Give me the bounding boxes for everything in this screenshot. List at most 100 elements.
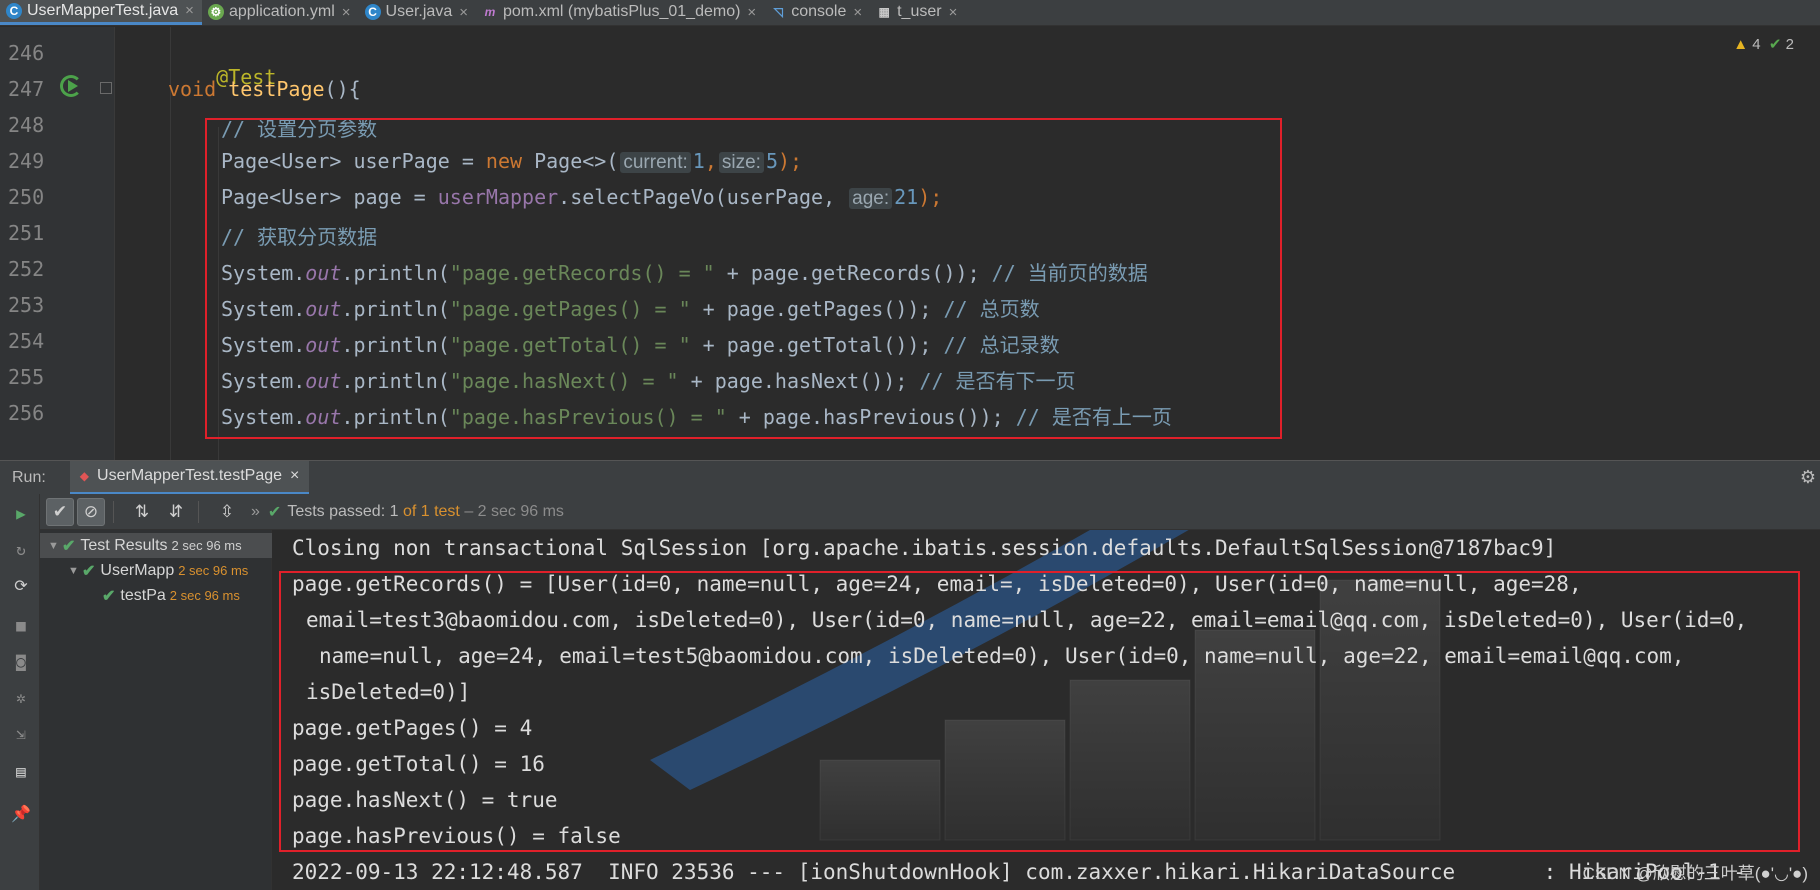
run-tab-label: UserMapperTest.testPage: [97, 467, 283, 484]
tab-label: User.java: [385, 3, 453, 20]
tab-t-user[interactable]: ▦ t_user ×: [870, 0, 965, 25]
import-icon[interactable]: ⇲: [10, 722, 32, 744]
sort-duration-button[interactable]: ⇵: [162, 498, 190, 526]
keyword: void: [168, 77, 217, 101]
maven-icon: m: [484, 5, 496, 19]
pin-icon[interactable]: 📌: [10, 802, 32, 824]
tab-label: pom.xml (mybatisPlus_01_demo): [503, 3, 741, 20]
line-number: 255: [8, 365, 45, 389]
warning-count: 4: [1752, 36, 1761, 53]
sort-alpha-icon: ⇅: [134, 501, 150, 521]
tests-passed-count: 1: [389, 502, 399, 520]
tree-item-label: UserMapp: [100, 561, 175, 579]
test-results-tree[interactable]: ▼ ✔ Test Results 2 sec 96 ms ▼ ✔ UserMap…: [40, 530, 272, 890]
show-ignored-button[interactable]: ⊘: [77, 497, 105, 526]
tab-application-yml[interactable]: ⚙ application.yml ×: [202, 0, 359, 25]
code-line-247[interactable]: void testPage(){: [168, 77, 361, 101]
java-class-icon: C: [6, 2, 22, 19]
code-highlight-box: [205, 118, 1282, 439]
tests-duration: – 2 sec 96 ms: [464, 502, 564, 520]
line-number: 250: [8, 185, 45, 209]
close-icon[interactable]: ×: [949, 4, 958, 21]
check-icon: ✔: [1768, 36, 1782, 53]
more-icon[interactable]: »: [251, 503, 260, 521]
tree-item-duration: 2 sec 96 ms: [171, 538, 242, 553]
stop-icon[interactable]: ■: [10, 614, 32, 636]
run-tool-window-header: Run: ◆ UserMapperTest.testPage × ⚙: [0, 460, 1820, 495]
close-icon[interactable]: ×: [185, 2, 194, 19]
ignored-icon: ⊘: [83, 501, 99, 521]
close-icon[interactable]: ×: [747, 4, 756, 21]
watermark: CSDN @欣慰的三叶草(●'◡'●): [1582, 864, 1808, 883]
expand-icon: ⇳: [219, 501, 235, 521]
run-tab-testpage[interactable]: ◆ UserMapperTest.testPage ×: [69, 460, 310, 495]
tab-console[interactable]: ◹ console ×: [764, 0, 870, 25]
tests-total: of 1 test: [402, 502, 460, 520]
line-number: 248: [8, 113, 45, 137]
close-icon[interactable]: ×: [459, 4, 468, 21]
expand-all-button[interactable]: ⇳: [213, 498, 241, 526]
toolbar-separator: [198, 500, 199, 523]
close-icon[interactable]: ×: [342, 4, 351, 21]
tree-item-duration: 2 sec 96 ms: [169, 588, 240, 603]
test-runner-toolbar: ✔ ⊘ ⇅ ⇵ ⇳ » ✔ Tests passed: 1 of 1 test …: [40, 494, 1820, 530]
code-editor[interactable]: 246 247 248 249 250 251 252 253 254 255 …: [0, 27, 1820, 460]
line-number: 252: [8, 257, 45, 281]
console-line: 2022-09-13 22:12:48.587 INFO 23536 --- […: [292, 860, 1746, 884]
settings-icon[interactable]: ✲: [10, 686, 32, 708]
show-passed-button[interactable]: ✔: [46, 497, 74, 526]
rerun-icon[interactable]: ▶: [10, 502, 32, 524]
tab-label: UserMapperTest.java: [27, 1, 179, 19]
method-name: testPage: [228, 77, 325, 101]
tree-item-testpage[interactable]: ✔ testPa 2 sec 96 ms: [40, 583, 240, 608]
line-number: 251: [8, 221, 45, 245]
console-output[interactable]: Closing non transactional SqlSession [or…: [273, 530, 1820, 890]
line-number: 249: [8, 149, 45, 173]
yml-file-icon: ⚙: [207, 4, 224, 20]
toggle-auto-test-icon[interactable]: ⟳: [10, 574, 32, 596]
check-icon: ✔: [102, 587, 116, 605]
sort-duration-icon: ⇵: [168, 501, 184, 521]
java-class-icon: C: [364, 4, 381, 20]
tree-item-test-results[interactable]: ▼ ✔ Test Results 2 sec 96 ms: [40, 533, 272, 558]
play-icon: [68, 80, 78, 92]
chevron-down-icon: ▼: [48, 539, 59, 552]
line-number: 247: [8, 77, 45, 101]
check-count: 2: [1785, 36, 1794, 53]
line-number: 256: [8, 401, 45, 425]
tab-label: t_user: [897, 3, 942, 20]
camera-icon[interactable]: ◙: [10, 650, 32, 672]
sort-alpha-button[interactable]: ⇅: [128, 498, 156, 526]
run-label: Run:: [12, 468, 46, 486]
console-icon: ◹: [773, 5, 783, 19]
toolbar-separator: [113, 500, 114, 523]
rerun-failed-icon[interactable]: ↻: [10, 538, 32, 560]
tab-pom-xml[interactable]: m pom.xml (mybatisPlus_01_demo) ×: [476, 0, 764, 25]
fold-icon[interactable]: [100, 82, 112, 94]
chevron-down-icon: ▼: [68, 564, 79, 577]
tab-user-java[interactable]: C User.java ×: [359, 0, 476, 25]
close-icon[interactable]: ×: [290, 467, 299, 485]
check-icon: ✔: [82, 562, 96, 580]
console-line: Closing non transactional SqlSession [or…: [292, 536, 1557, 560]
tree-item-label: Test Results: [80, 536, 168, 554]
tree-item-usermapper[interactable]: ▼ ✔ UserMapp 2 sec 96 ms: [40, 558, 248, 583]
tab-usermappertest[interactable]: C UserMapperTest.java ×: [0, 0, 202, 25]
gear-icon[interactable]: ⚙: [1800, 467, 1816, 488]
console-highlight-box: [279, 571, 1800, 852]
tests-status-prefix: Tests passed:: [287, 502, 386, 520]
tab-label: console: [791, 3, 847, 20]
test-config-icon: ◆: [79, 469, 90, 483]
inspection-widget[interactable]: ▲ 4 ✔ 2: [1733, 35, 1794, 53]
line-number: 253: [8, 293, 45, 317]
line-number: 254: [8, 329, 45, 353]
line-number: 246: [8, 41, 45, 65]
tree-item-duration: 2 sec 96 ms: [178, 563, 249, 578]
editor-gutter: 246 247 248 249 250 251 252 253 254 255 …: [0, 27, 115, 460]
layout-icon[interactable]: ▤: [10, 760, 32, 782]
close-icon[interactable]: ×: [853, 4, 862, 21]
check-icon: ✔: [267, 503, 282, 521]
tree-item-label: testPa: [120, 586, 166, 604]
editor-tab-bar: C UserMapperTest.java × ⚙ application.ym…: [0, 0, 1820, 26]
check-icon: ✔: [52, 501, 68, 521]
